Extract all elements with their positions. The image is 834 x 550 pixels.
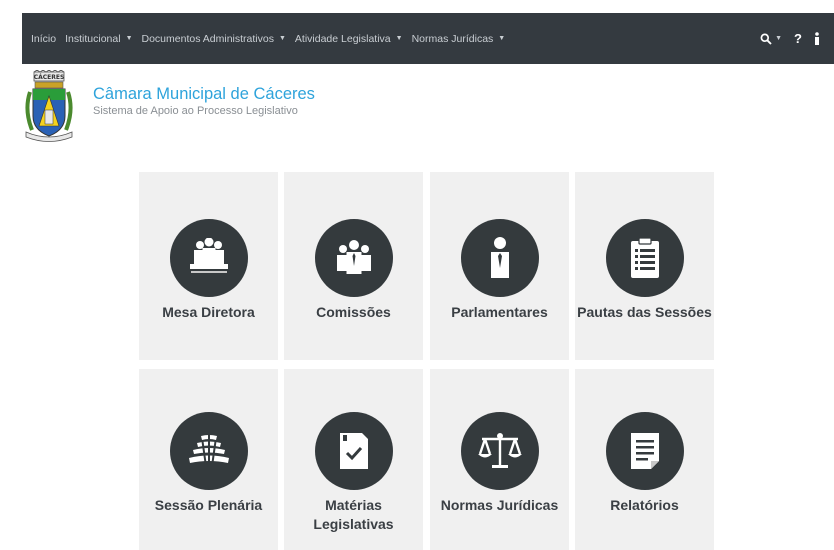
nav-normas-label: Normas Jurídicas (411, 32, 494, 45)
help-icon: ? (794, 31, 802, 46)
tile-normas-juridicas[interactable]: Normas Jurídicas (430, 369, 569, 550)
tile-sessao-plenaria[interactable]: Sessão Plenária (139, 369, 278, 550)
tile-materias-legislativas[interactable]: Matérias Legislativas (284, 369, 423, 550)
nav-atividade-legislativa[interactable]: Atividade Legislativa ▼ (295, 33, 403, 45)
pautas-icon (631, 237, 659, 278)
nav-inicio-label: Início (31, 32, 57, 45)
nav-institucional[interactable]: Institucional ▼ (65, 33, 132, 45)
parlamentares-icon (491, 237, 509, 278)
nav-inicio[interactable]: Início (31, 33, 56, 45)
tile-label: Parlamentares (451, 304, 548, 320)
relatorios-icon (631, 433, 659, 469)
tile-label: Mesa Diretora (162, 304, 255, 320)
pautas-icon-circle (606, 219, 684, 297)
parlamentares-icon-circle (461, 219, 539, 297)
sessao-plenaria-icon-circle (170, 412, 248, 490)
nav-normas-juridicas[interactable]: Normas Jurídicas ▼ (412, 33, 506, 45)
mesa-diretora-icon (190, 238, 228, 273)
caret-down-icon: ▼ (775, 35, 783, 42)
tile-parlamentares[interactable]: Parlamentares (430, 172, 569, 360)
normas-icon-circle (461, 412, 539, 490)
caret-down-icon: ▼ (125, 35, 133, 42)
user-info-icon (815, 32, 819, 45)
comissoes-icon-circle (315, 219, 393, 297)
tile-comissoes[interactable]: Comissões (284, 172, 423, 360)
caret-down-icon: ▼ (278, 35, 286, 42)
site-title[interactable]: Câmara Municipal de Cáceres (93, 85, 315, 104)
tile-label: Comissões (316, 304, 391, 320)
nav-atividade-label: Atividade Legislativa (294, 32, 391, 45)
comissoes-icon (337, 240, 371, 274)
sessao-plenaria-icon (189, 434, 229, 465)
search-dropdown[interactable]: ▼ (760, 33, 782, 45)
relatorios-icon-circle (606, 412, 684, 490)
top-navbar: Início Institucional ▼ Documentos Adminis… (22, 13, 834, 64)
mesa-diretora-icon-circle (170, 219, 248, 297)
search-icon (760, 33, 772, 45)
tile-label: Matérias Legislativas (313, 497, 394, 532)
crest-text: CÁCERES (34, 74, 65, 81)
municipal-crest-logo[interactable]: CÁCERES (22, 70, 76, 142)
materias-icon-circle (315, 412, 393, 490)
site-subtitle: Sistema de Apoio ao Processo Legislativo (93, 105, 298, 117)
help-button[interactable]: ? (794, 31, 802, 46)
caret-down-icon: ▼ (395, 35, 403, 42)
header-text: Câmara Municipal de Cáceres Sistema de A… (93, 85, 315, 117)
tile-label: Normas Jurídicas (440, 497, 559, 513)
tile-relatorios[interactable]: Relatórios (575, 369, 714, 550)
nav-documentos-administrativos[interactable]: Documentos Administrativos ▼ (142, 33, 286, 45)
materias-icon (340, 433, 368, 469)
tile-mesa-diretora[interactable]: Mesa Diretora (139, 172, 278, 360)
nav-right-tools: ▼ ? (748, 13, 820, 64)
caret-down-icon: ▼ (498, 35, 506, 42)
tile-label: Relatórios (610, 497, 679, 513)
user-info-button[interactable] (814, 32, 820, 45)
nav-institucional-label: Institucional (65, 32, 121, 45)
nav-documentos-label: Documentos Administrativos (141, 32, 274, 45)
tile-label: Sessão Plenária (154, 497, 263, 513)
tile-label: Pautas das Sessões (577, 304, 712, 320)
normas-icon (478, 433, 522, 468)
site-header: CÁCERES Câmara Municipal de Cáceres Sist… (22, 70, 315, 142)
tile-pautas-sessoes[interactable]: Pautas das Sessões (575, 172, 714, 360)
